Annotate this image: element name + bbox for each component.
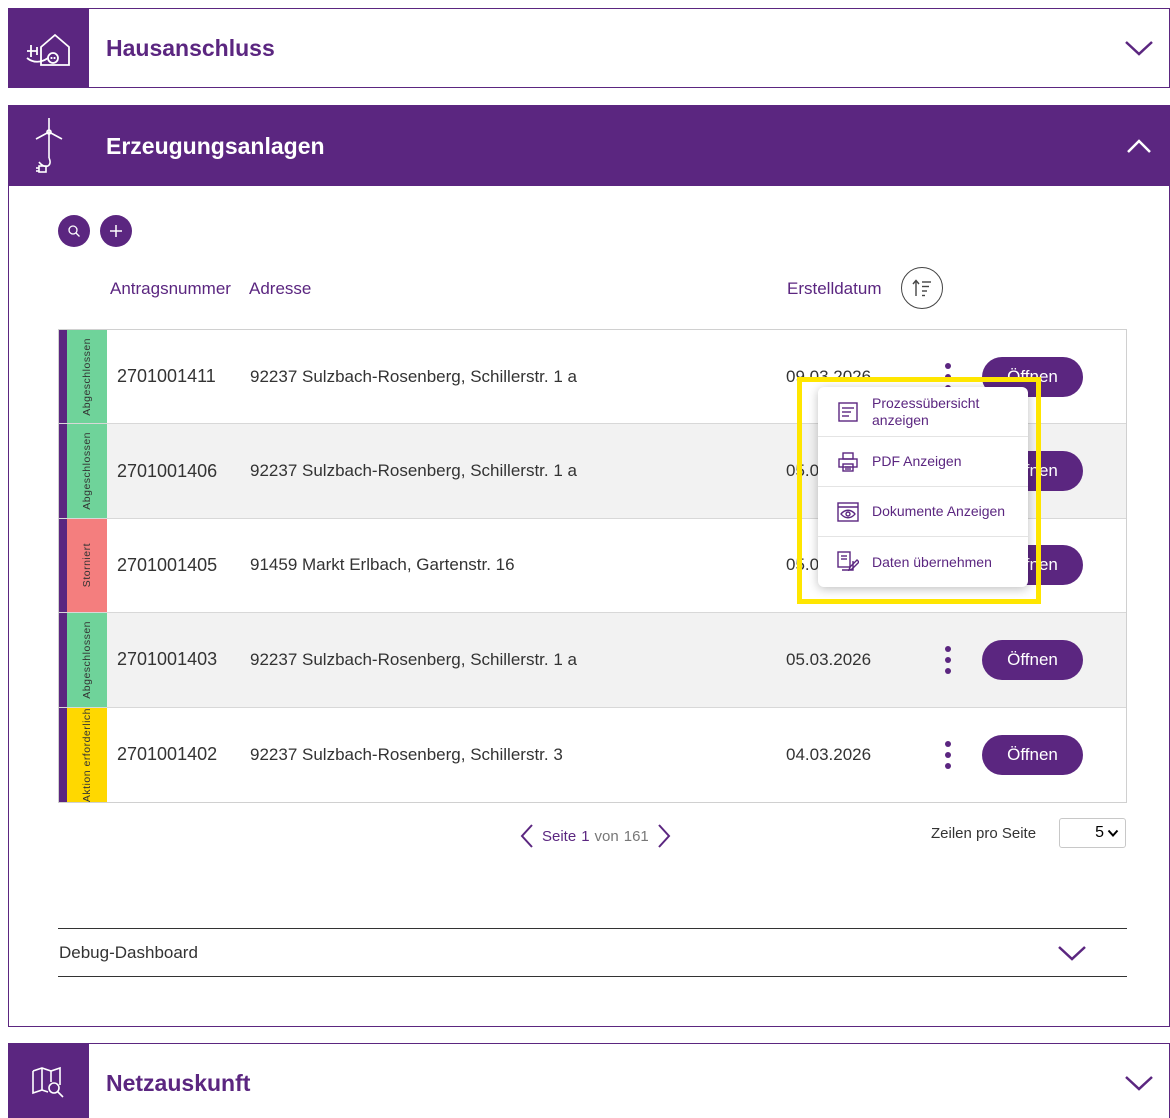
application-date: 05.03.2026 xyxy=(786,649,872,669)
menu-item-dokumente-anzeigen[interactable]: Dokumente Anzeigen xyxy=(818,487,1028,537)
column-header-antragsnummer[interactable]: Antragsnummer xyxy=(110,279,231,299)
search-button[interactable] xyxy=(58,215,90,247)
chevron-down-icon[interactable] xyxy=(1109,39,1169,57)
chevron-down-icon xyxy=(1107,829,1119,837)
wind-turbine-icon xyxy=(9,107,89,185)
rows-per-page-label: Zeilen pro Seite xyxy=(931,825,1037,842)
application-address: 92237 Sulzbach-Rosenberg, Schillerstr. 1… xyxy=(250,649,577,669)
table-row: Abgeschlossen 2701001403 92237 Sulzbach-… xyxy=(59,613,1126,708)
application-address: 92237 Sulzbach-Rosenberg, Schillerstr. 3 xyxy=(250,744,563,764)
status-badge: Abgeschlossen xyxy=(59,424,107,518)
add-button[interactable] xyxy=(100,215,132,247)
status-badge: Abgeschlossen xyxy=(59,613,107,707)
map-search-icon xyxy=(9,1044,89,1118)
section-hausanschluss: Hausanschluss xyxy=(8,8,1170,88)
application-number: 2701001411 xyxy=(117,366,216,387)
hausanschluss-header[interactable]: Hausanschluss xyxy=(9,9,1169,87)
rows-per-page-value: 5 xyxy=(1095,824,1104,841)
application-date: 04.03.2026 xyxy=(786,744,872,764)
document-list-icon xyxy=(836,400,860,424)
table-row: Aktion erforderlich 2701001402 92237 Sul… xyxy=(59,707,1126,802)
pagination: Seite 1 von 161 xyxy=(516,822,675,850)
section-netzauskunft: Netzauskunft xyxy=(8,1043,1170,1118)
application-number: 2701001406 xyxy=(117,460,218,481)
menu-item-daten-uebernehmen[interactable]: Daten übernehmen xyxy=(818,537,1028,587)
printer-icon xyxy=(836,450,860,474)
application-number: 2701001402 xyxy=(117,744,218,765)
search-icon xyxy=(68,225,80,237)
open-button[interactable]: Öffnen xyxy=(982,639,1083,680)
application-address: 92237 Sulzbach-Rosenberg, Schillerstr. 1… xyxy=(250,366,577,386)
netzauskunft-title: Netzauskunft xyxy=(106,1069,251,1096)
status-badge: Storniert xyxy=(59,518,107,613)
edit-copy-icon xyxy=(836,550,860,574)
status-badge: Aktion erforderlich xyxy=(59,707,107,802)
status-badge: Abgeschlossen xyxy=(59,330,107,424)
column-header-erstelldatum[interactable]: Erstelldatum xyxy=(787,279,881,299)
menu-item-prozessuebersicht[interactable]: Prozessübersicht anzeigen xyxy=(818,387,1028,437)
chevron-down-icon[interactable] xyxy=(1109,1074,1169,1092)
rows-per-page-select[interactable]: 5 xyxy=(1059,818,1126,848)
erzeugungsanlagen-title: Erzeugungsanlagen xyxy=(106,132,325,159)
sort-button[interactable] xyxy=(901,267,943,309)
column-header-adresse[interactable]: Adresse xyxy=(249,279,311,299)
erzeugungsanlagen-header[interactable]: Erzeugungsanlagen xyxy=(9,106,1169,186)
row-context-menu: Prozessübersicht anzeigen PDF Anzeigen D… xyxy=(818,387,1028,587)
of-label: von xyxy=(594,827,619,845)
debug-dashboard-toggle[interactable]: Debug-Dashboard xyxy=(58,928,1127,977)
kebab-menu-icon[interactable] xyxy=(941,738,955,772)
application-number: 2701001405 xyxy=(117,554,218,575)
kebab-menu-icon[interactable] xyxy=(941,643,955,677)
sort-icon xyxy=(912,279,931,297)
plus-icon xyxy=(110,225,122,237)
chevron-up-icon[interactable] xyxy=(1109,137,1169,155)
debug-dashboard-label: Debug-Dashboard xyxy=(59,942,198,962)
eye-icon xyxy=(836,500,860,524)
application-number: 2701001403 xyxy=(117,649,218,670)
chevron-left-icon[interactable] xyxy=(516,822,538,850)
hausanschluss-title: Hausanschluss xyxy=(106,34,275,61)
total-pages: 161 xyxy=(623,827,649,845)
menu-item-pdf-anzeigen[interactable]: PDF Anzeigen xyxy=(818,437,1028,487)
current-page: 1 xyxy=(581,827,590,845)
application-date: 09.03.2026 xyxy=(786,366,872,386)
netzauskunft-header[interactable]: Netzauskunft xyxy=(9,1044,1169,1118)
application-address: 91459 Markt Erlbach, Gartenstr. 16 xyxy=(250,555,515,575)
page-label: Seite xyxy=(542,827,577,845)
application-address: 92237 Sulzbach-Rosenberg, Schillerstr. 1… xyxy=(250,461,577,481)
house-plug-icon xyxy=(9,9,89,87)
open-button[interactable]: Öffnen xyxy=(982,734,1083,775)
chevron-down-icon xyxy=(1058,945,1086,961)
chevron-right-icon[interactable] xyxy=(653,822,675,850)
